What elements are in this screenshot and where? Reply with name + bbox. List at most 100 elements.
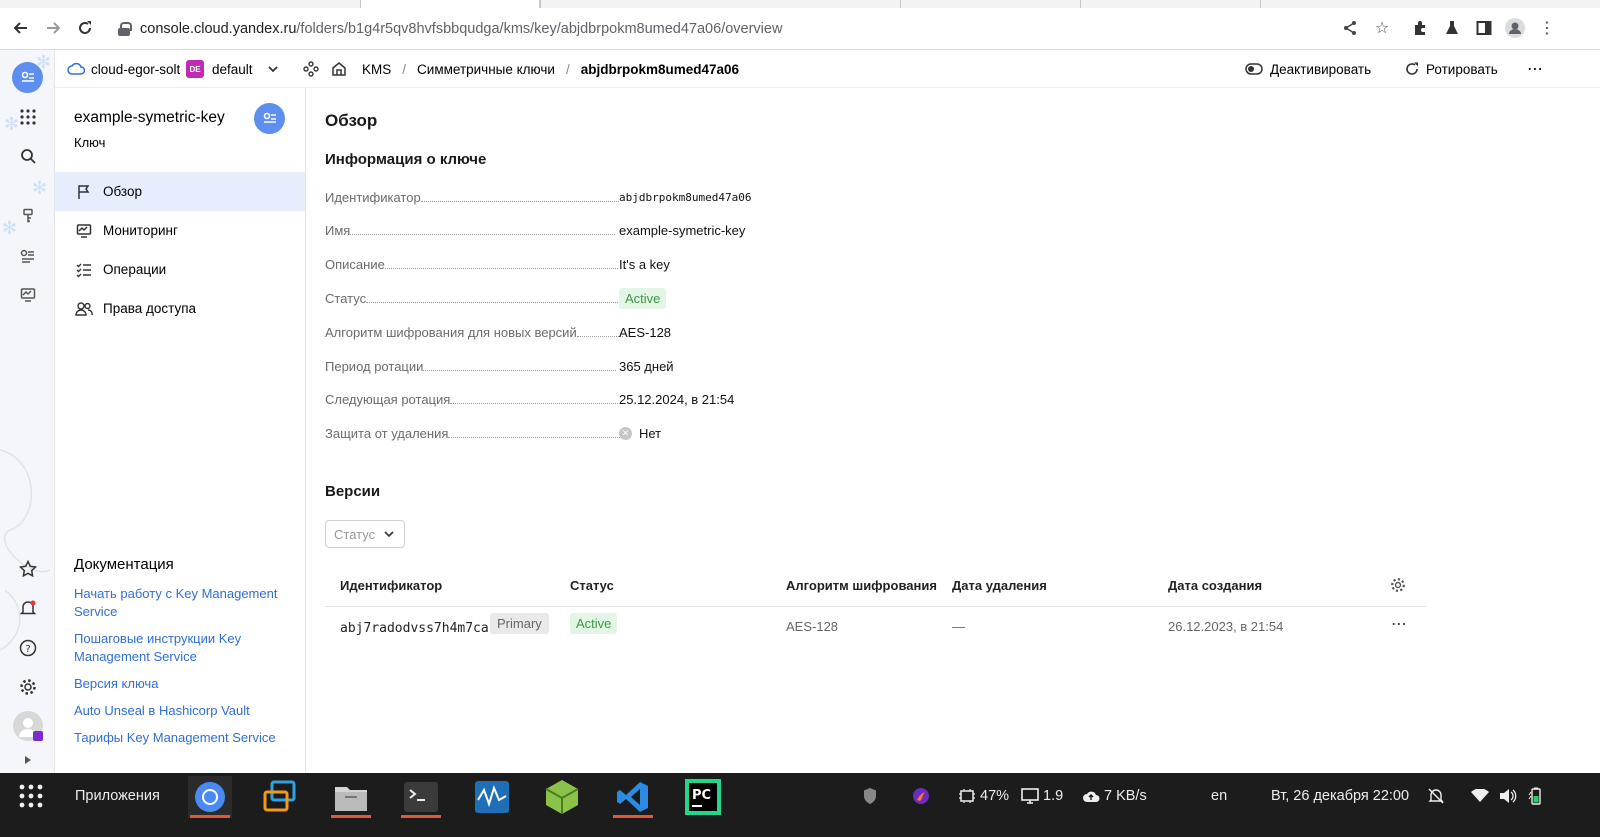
terminal-app-icon[interactable]: [399, 776, 443, 818]
all-services-icon[interactable]: [12, 101, 43, 132]
pycharm-app-icon[interactable]: PC: [681, 776, 725, 818]
version-algorithm: AES-128: [786, 619, 839, 634]
address-bar[interactable]: console.cloud.yandex.ru /folders/b1g4r5q…: [104, 14, 1314, 44]
cloud-upload-icon: [1083, 791, 1100, 802]
prop-label: Статус: [325, 290, 367, 306]
notifications-muted-icon[interactable]: [1428, 773, 1444, 818]
share-icon[interactable]: [1340, 18, 1360, 38]
menu-item-operations[interactable]: Операции: [55, 250, 305, 289]
key-info-heading: Информация о ключе: [325, 151, 487, 168]
status-filter-select[interactable]: Статус: [325, 520, 405, 548]
labs-flask-icon[interactable]: [1442, 18, 1462, 38]
favorites-star-icon[interactable]: [12, 553, 43, 584]
files-app-icon[interactable]: [329, 776, 373, 818]
breadcrumb-current-key: abjdbrpokm8umed47a06: [580, 61, 740, 77]
table-row[interactable]: Primary: [490, 613, 549, 634]
user-avatar-icon[interactable]: [12, 710, 43, 741]
browser-tray-icon[interactable]: [912, 773, 930, 818]
breadcrumb-symmetric-keys[interactable]: Симметричные ключи: [417, 62, 555, 77]
doc-link-key-version[interactable]: Версия ключа: [74, 675, 289, 693]
col-header-algorithm[interactable]: Алгоритм шифрования: [786, 578, 937, 593]
forward-button[interactable]: [42, 17, 64, 39]
network-speed-indicator[interactable]: 7 KB/s: [1082, 773, 1147, 818]
doc-link-auto-unseal[interactable]: Auto Unseal в Hashicorp Vault: [74, 702, 289, 720]
menu-item-access-rights[interactable]: Права доступа: [55, 289, 305, 328]
remote-desktop-app-icon[interactable]: [258, 776, 302, 818]
battery-icon[interactable]: [1528, 773, 1544, 818]
expand-rail-icon[interactable]: [12, 750, 43, 770]
chromium-app-icon[interactable]: [188, 776, 232, 818]
search-icon[interactable]: [12, 140, 43, 171]
breadcrumb: KMS / Симметричные ключи / abjdbrpokm8um…: [362, 50, 739, 88]
deletion-protection-value: Нет: [639, 425, 662, 441]
kms-service-icon[interactable]: [12, 240, 43, 271]
doc-link-getting-started[interactable]: Начать работу с Key Management Service: [74, 585, 289, 620]
prop-value: It's a key: [619, 256, 670, 272]
battery-indicator[interactable]: 47%: [958, 773, 1009, 818]
key-name-title: example-symetric-key: [74, 109, 225, 126]
vscode-app-icon[interactable]: [611, 776, 655, 818]
home-icon[interactable]: [331, 50, 347, 88]
prop-label: Следующая ротация: [325, 391, 451, 407]
chevron-down-icon: [384, 531, 394, 538]
breadcrumb-kms[interactable]: KMS: [362, 62, 391, 77]
reload-button[interactable]: [74, 17, 96, 39]
yandex-cloud-logo-icon[interactable]: [12, 62, 43, 93]
volume-icon[interactable]: [1499, 773, 1517, 818]
prop-value: example-symetric-key: [619, 222, 746, 238]
bookmark-star-icon[interactable]: ☆: [1372, 18, 1392, 38]
prop-value: ✕ Нет: [619, 426, 661, 441]
col-header-id[interactable]: Идентификатор: [340, 578, 442, 593]
prop-row-id: Идентификатор abjdbrpokm8umed47a06: [325, 187, 1025, 207]
doc-link-pricing[interactable]: Тарифы Key Management Service: [74, 729, 289, 747]
breadcrumb-separator: /: [402, 61, 407, 77]
version-status: Active: [570, 613, 618, 634]
prop-row-name: Имя example-symetric-key: [325, 220, 1025, 240]
folder-selector[interactable]: DE default: [186, 50, 279, 88]
more-actions-icon[interactable]: ⋯: [1527, 50, 1543, 88]
url-path: /folders/b1g4r5qv8hvfsbbqudga/kms/key/ab…: [296, 21, 783, 37]
help-question-icon[interactable]: ?: [12, 632, 43, 663]
cube-app-icon[interactable]: [540, 776, 584, 818]
dotted-leader: [366, 301, 619, 303]
menu-item-label: Мониторинг: [103, 223, 178, 238]
settings-gear-icon[interactable]: [12, 671, 43, 702]
load-indicator[interactable]: 1.9: [1021, 773, 1063, 818]
service-map-icon[interactable]: [303, 50, 319, 88]
cloud-selector[interactable]: cloud-egor-solt: [67, 50, 180, 88]
tab-strip: [0, 0, 1600, 8]
applications-menu[interactable]: Приложения: [75, 773, 160, 818]
browser-menu-icon[interactable]: ⋮: [1537, 18, 1557, 38]
col-header-deleted[interactable]: Дата удаления: [952, 578, 1047, 593]
shield-tray-icon[interactable]: [862, 773, 878, 818]
table-header-divider: [325, 606, 1426, 607]
prop-row-status: Статус Active: [325, 287, 1025, 309]
dotted-leader: [576, 335, 623, 337]
menu-item-overview[interactable]: Обзор: [55, 172, 305, 211]
keyboard-layout[interactable]: en: [1211, 773, 1227, 818]
dotted-leader: [448, 436, 621, 438]
prop-row-algorithm: Алгоритм шифрования для новых версий AES…: [325, 322, 1025, 342]
page-title: Обзор: [325, 111, 378, 130]
system-monitor-app-icon[interactable]: [470, 776, 514, 818]
monitoring-icon[interactable]: [12, 279, 43, 310]
col-header-status[interactable]: Статус: [570, 578, 614, 593]
deactivate-button[interactable]: Деактивировать: [1245, 50, 1371, 88]
clock[interactable]: Вт, 26 декабря 22:00: [1271, 773, 1409, 818]
extensions-icon[interactable]: [1410, 18, 1430, 38]
version-created: 26.12.2023, в 21:54: [1168, 619, 1284, 634]
back-button[interactable]: [10, 17, 32, 39]
key-icon[interactable]: [12, 200, 43, 231]
doc-link-howto[interactable]: Пошаговые инструкции Key Management Serv…: [74, 630, 289, 665]
notifications-bell-icon[interactable]: [12, 592, 43, 623]
side-panel-icon[interactable]: [1474, 18, 1494, 38]
prop-value: abjdbrpokm8umed47a06: [619, 190, 752, 204]
profile-avatar-icon[interactable]: [1505, 18, 1525, 38]
row-actions-icon[interactable]: ⋯: [1391, 614, 1407, 634]
wifi-icon[interactable]: [1471, 773, 1489, 818]
col-header-created[interactable]: Дата создания: [1168, 578, 1262, 593]
app-grid-icon[interactable]: [18, 773, 44, 818]
table-settings-gear-icon[interactable]: [1390, 577, 1406, 596]
menu-item-monitoring[interactable]: Мониторинг: [55, 211, 305, 250]
rotate-button[interactable]: Ротировать: [1405, 50, 1498, 88]
